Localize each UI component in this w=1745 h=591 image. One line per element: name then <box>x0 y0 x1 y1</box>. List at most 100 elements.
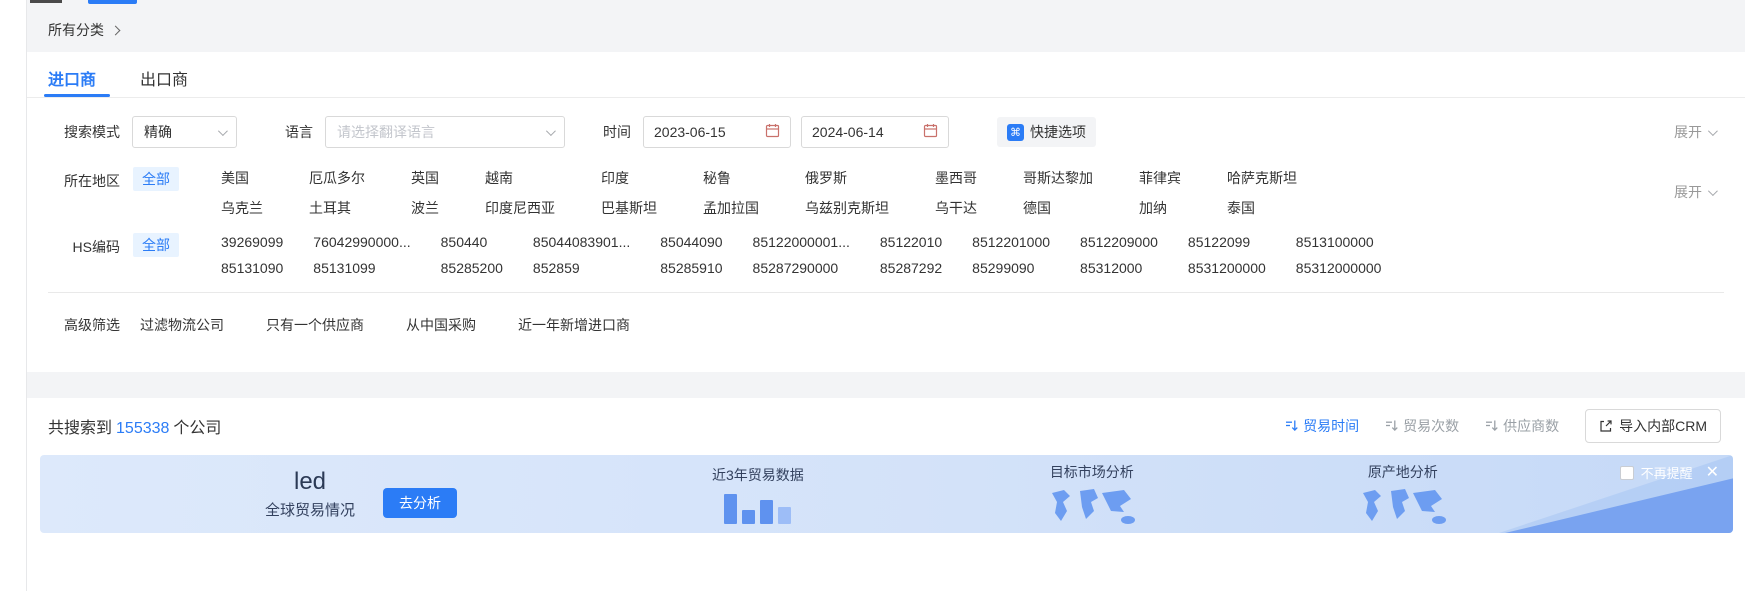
region-label: 所在地区 <box>48 168 120 191</box>
hs-code-item[interactable]: 8512201000 <box>972 234 1050 250</box>
region-item[interactable]: 印度 <box>601 168 657 188</box>
region-item[interactable]: 乌兹别克斯坦 <box>805 198 889 218</box>
advanced-option[interactable]: 过滤物流公司 <box>140 315 224 335</box>
advanced-option[interactable]: 从中国采购 <box>406 315 476 335</box>
expand-label: 展开 <box>1674 122 1702 142</box>
quick-options-button[interactable]: ⌘ 快捷选项 <box>997 117 1096 147</box>
import-crm-button[interactable]: 导入内部CRM <box>1585 409 1721 443</box>
start-date-value: 2023-06-15 <box>654 124 757 140</box>
hs-code-item[interactable]: 85287290000 <box>753 260 850 276</box>
import-crm-label: 导入内部CRM <box>1619 416 1707 436</box>
hs-code-item[interactable]: 85122000001... <box>753 234 850 250</box>
region-item[interactable]: 乌干达 <box>935 198 977 218</box>
chevron-down-icon <box>218 126 228 136</box>
hs-code-item[interactable]: 85312000000 <box>1296 260 1382 276</box>
region-item[interactable]: 秘鲁 <box>703 168 759 188</box>
sort-supplier-count[interactable]: 供应商数 <box>1485 416 1559 436</box>
section-title: 原产地分析 <box>1368 462 1438 482</box>
hs-code-item[interactable]: 76042990000... <box>313 234 410 250</box>
region-item[interactable]: 德国 <box>1023 198 1093 218</box>
hs-all-tag[interactable]: 全部 <box>133 233 179 257</box>
hs-code-item[interactable]: 85131099 <box>313 260 410 276</box>
close-icon[interactable]: ✕ <box>1706 465 1719 481</box>
hs-code-item[interactable]: 85044083901... <box>533 234 630 250</box>
banner-section-origin[interactable]: 原产地分析 <box>1355 462 1451 527</box>
region-item[interactable]: 泰国 <box>1227 198 1297 218</box>
region-item[interactable]: 加纳 <box>1139 198 1181 218</box>
region-item[interactable]: 哥斯达黎加 <box>1023 168 1093 188</box>
results-count: 共搜索到155338个公司 <box>48 414 221 438</box>
results-number: 155338 <box>116 420 169 437</box>
hs-code-item[interactable]: 8513100000 <box>1296 234 1382 250</box>
hs-expand-toggle[interactable]: 展开 <box>1674 182 1715 202</box>
top-active-tab-underline <box>88 0 137 4</box>
hs-code-item[interactable]: 850440 <box>441 234 503 250</box>
results-toolbar: 贸易时间 贸易次数 供应商数 导入内部CRM <box>1285 409 1721 443</box>
tab-importers[interactable]: 进口商 <box>48 66 96 97</box>
region-item[interactable]: 波兰 <box>411 198 439 218</box>
region-expand-toggle[interactable]: 展开 <box>1674 122 1715 142</box>
mini-bar <box>778 507 791 524</box>
hs-code-item[interactable]: 85122010 <box>880 234 942 250</box>
region-item[interactable]: 土耳其 <box>309 198 365 218</box>
sort-label: 贸易时间 <box>1303 416 1359 436</box>
mini-bar <box>724 494 737 524</box>
advanced-option[interactable]: 近一年新增进口商 <box>518 315 630 335</box>
sort-icon <box>1385 419 1398 432</box>
mini-bar-chart-icon <box>724 490 791 524</box>
top-tab-fragment <box>30 0 62 3</box>
region-item[interactable]: 孟加拉国 <box>703 198 759 218</box>
hs-code-item[interactable]: 85044090 <box>660 234 722 250</box>
sort-trade-time[interactable]: 贸易时间 <box>1285 416 1359 436</box>
region-item[interactable]: 菲律宾 <box>1139 168 1181 188</box>
region-item[interactable]: 乌克兰 <box>221 198 263 218</box>
hs-code-item[interactable]: 85299090 <box>972 260 1050 276</box>
hs-code-item[interactable]: 85312000 <box>1080 260 1158 276</box>
hs-code-item[interactable]: 85285910 <box>660 260 722 276</box>
hs-code-item[interactable]: 8531200000 <box>1188 260 1266 276</box>
region-item[interactable]: 印度尼西亚 <box>485 198 555 218</box>
search-mode-value: 精确 <box>144 122 218 142</box>
sort-trade-count[interactable]: 贸易次数 <box>1385 416 1459 436</box>
hs-code-item[interactable]: 852859 <box>533 260 630 276</box>
search-mode-select[interactable]: 精确 <box>132 116 237 148</box>
region-item[interactable]: 美国 <box>221 168 263 188</box>
banner-section-target-market[interactable]: 目标市场分析 <box>1044 462 1140 527</box>
mini-bar <box>742 510 755 524</box>
region-item[interactable]: 巴基斯坦 <box>601 198 657 218</box>
tab-exporters[interactable]: 出口商 <box>140 66 188 97</box>
region-item[interactable]: 越南 <box>485 168 555 188</box>
hs-code-list: 39269099 76042990000... 850440 85044083901.… <box>221 234 1381 276</box>
hs-code-item[interactable]: 8512209000 <box>1080 234 1158 250</box>
hs-code-item[interactable]: 85131090 <box>221 260 283 276</box>
hs-code-item[interactable]: 39269099 <box>221 234 283 250</box>
search-keyword: led <box>265 469 355 495</box>
region-item[interactable]: 厄瓜多尔 <box>309 168 365 188</box>
dont-remind-checkbox[interactable] <box>1620 466 1634 480</box>
advanced-filter-row: 高级筛选 过滤物流公司 只有一个供应商 从中国采购 近一年新增进口商 <box>48 293 1724 335</box>
region-item[interactable]: 俄罗斯 <box>805 168 889 188</box>
region-filter-row: 所在地区 全部 美国 厄瓜多尔 英国 越南 印度 秘鲁 俄罗斯 墨西哥 哥斯达黎加 菲律宾 哈萨克斯… <box>48 168 1724 218</box>
start-date-input[interactable]: 2023-06-15 <box>643 116 791 148</box>
analyze-button[interactable]: 去分析 <box>383 488 457 518</box>
region-item[interactable]: 英国 <box>411 168 439 188</box>
banner-section-trade-data[interactable]: 近3年贸易数据 <box>712 465 804 524</box>
category-label: 所有分类 <box>48 20 104 40</box>
results-card: 共搜索到155338个公司 贸易时间 贸易次数 供应商数 导入内部CRM <box>27 398 1745 591</box>
region-item[interactable]: 墨西哥 <box>935 168 977 188</box>
hs-code-item[interactable]: 85122099 <box>1188 234 1266 250</box>
language-label: 语言 <box>285 122 313 142</box>
hs-code-item[interactable]: 85287292 <box>880 260 942 276</box>
advanced-option[interactable]: 只有一个供应商 <box>266 315 364 335</box>
end-date-input[interactable]: 2024-06-14 <box>801 116 949 148</box>
language-select[interactable]: 请选择翻译语言 <box>325 116 565 148</box>
hs-code-item[interactable]: 85285200 <box>441 260 503 276</box>
mini-bar <box>760 500 773 524</box>
sort-icon <box>1485 419 1498 432</box>
expand-label: 展开 <box>1674 182 1702 202</box>
region-item[interactable]: 哈萨克斯坦 <box>1227 168 1297 188</box>
chevron-right-icon <box>111 25 121 35</box>
advanced-filter-label: 高级筛选 <box>48 315 120 335</box>
region-all-tag[interactable]: 全部 <box>133 167 179 191</box>
breadcrumb-all-categories[interactable]: 所有分类 <box>48 20 119 40</box>
